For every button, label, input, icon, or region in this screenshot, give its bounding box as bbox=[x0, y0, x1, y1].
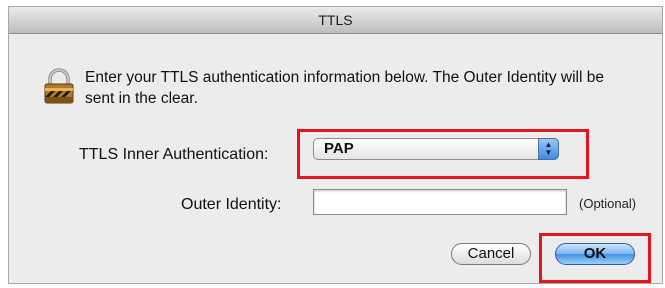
padlock-icon bbox=[44, 68, 74, 104]
ttls-dialog: TTLS Enter your TTLS authentication info… bbox=[8, 6, 663, 284]
instruction-text: Enter your TTLS authentication informati… bbox=[85, 69, 604, 107]
dialog-title: TTLS bbox=[9, 7, 662, 34]
outer-identity-field[interactable] bbox=[313, 189, 567, 215]
ok-button[interactable]: OK bbox=[555, 243, 635, 265]
optional-hint: (Optional) bbox=[579, 196, 637, 211]
cancel-button[interactable]: Cancel bbox=[451, 243, 531, 265]
inner-auth-popup[interactable]: PAP ▲ ▼ bbox=[313, 138, 559, 160]
inner-auth-selected-value: PAP bbox=[324, 140, 354, 157]
outer-identity-label: Outer Identity: bbox=[181, 196, 282, 213]
up-down-arrows-icon: ▲ ▼ bbox=[538, 138, 559, 160]
inner-auth-label: TTLS Inner Authentication: bbox=[79, 146, 269, 163]
